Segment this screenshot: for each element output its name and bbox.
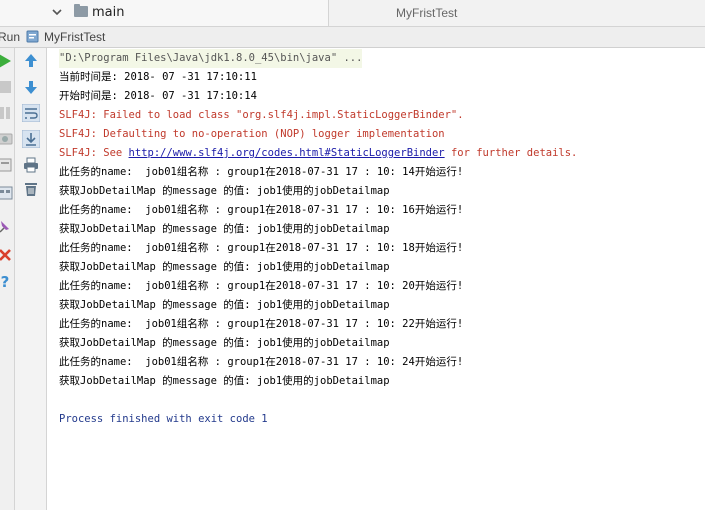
pin-icon[interactable] (0, 218, 14, 236)
console-command-line: "D:\Program Files\Java\jdk1.8.0_45\bin\j… (59, 49, 363, 68)
slf4j-details-suffix: for further details. (444, 147, 578, 159)
console-start-time: 开始时间是: 2018- 07 -31 17:10:14 (59, 90, 257, 102)
console-current-time: 当前时间是: 2018- 07 -31 17:10:11 (59, 71, 257, 83)
project-tree-row[interactable]: main (0, 0, 329, 26)
run-actions-strip: ? (0, 48, 15, 510)
top-bar: main MyFristTest (0, 0, 705, 27)
settings-icon[interactable] (0, 184, 14, 202)
console-job-line: 获取JobDetailMap 的message 的值: job1使用的jobDe… (59, 299, 390, 311)
console-job-line: 此任务的name: job01组名称 : group1在2018-07-31 1… (59, 242, 464, 254)
rerun-icon[interactable] (0, 52, 14, 70)
slf4j-see-prefix: SLF4J: See (59, 147, 129, 159)
console-job-line: 此任务的name: job01组名称 : group1在2018-07-31 1… (59, 280, 464, 292)
console-slf4j-warning-3: SLF4J: See http://www.slf4j.org/codes.ht… (59, 144, 577, 163)
close-icon[interactable] (0, 246, 14, 264)
chevron-down-icon[interactable] (50, 5, 64, 19)
editor-tab[interactable]: MyFristTest (396, 6, 457, 20)
console-job-line: 获取JobDetailMap 的message 的值: job1使用的jobDe… (59, 261, 390, 273)
dump-threads-icon[interactable] (0, 130, 14, 148)
clear-all-icon[interactable] (22, 180, 40, 198)
console-job-line: 获取JobDetailMap 的message 的值: job1使用的jobDe… (59, 375, 390, 387)
run-panel-header: Run MyFristTest (0, 27, 705, 48)
run-panel-title: Run (0, 30, 21, 44)
scroll-up-icon[interactable] (22, 52, 40, 70)
svg-text:?: ? (1, 273, 10, 290)
run-config-icon (26, 30, 39, 43)
scroll-down-icon[interactable] (22, 78, 40, 96)
console-job-line: 获取JobDetailMap 的message 的值: job1使用的jobDe… (59, 185, 390, 197)
help-icon[interactable]: ? (0, 272, 14, 290)
project-item-main[interactable]: main (92, 5, 124, 20)
stop-icon[interactable] (0, 78, 14, 96)
console-job-line: 获取JobDetailMap 的message 的值: job1使用的jobDe… (59, 223, 390, 235)
console-toolbar (15, 48, 47, 510)
folder-icon (74, 4, 88, 17)
run-config-name[interactable]: MyFristTest (44, 30, 105, 44)
console-slf4j-warning-2: SLF4J: Defaulting to no-operation (NOP) … (59, 128, 445, 140)
console-slf4j-warning-1: SLF4J: Failed to load class "org.slf4j.i… (59, 109, 464, 121)
print-icon[interactable] (22, 156, 40, 174)
console-job-line: 此任务的name: job01组名称 : group1在2018-07-31 1… (59, 318, 464, 330)
console-output[interactable]: "D:\Program Files\Java\jdk1.8.0_45\bin\j… (47, 48, 705, 510)
console-job-line: 此任务的name: job01组名称 : group1在2018-07-31 1… (59, 166, 464, 178)
console-job-line: 此任务的name: job01组名称 : group1在2018-07-31 1… (59, 356, 464, 368)
console-job-line: 获取JobDetailMap 的message 的值: job1使用的jobDe… (59, 337, 390, 349)
console-exit-message: Process finished with exit code 1 (59, 413, 268, 425)
pause-icon[interactable] (0, 104, 14, 122)
restore-layout-icon[interactable] (0, 156, 14, 174)
soft-wrap-icon[interactable] (22, 104, 40, 122)
scroll-to-end-icon[interactable] (22, 130, 40, 148)
slf4j-codes-link[interactable]: http://www.slf4j.org/codes.html#StaticLo… (129, 147, 445, 159)
console-job-line: 此任务的name: job01组名称 : group1在2018-07-31 1… (59, 204, 464, 216)
